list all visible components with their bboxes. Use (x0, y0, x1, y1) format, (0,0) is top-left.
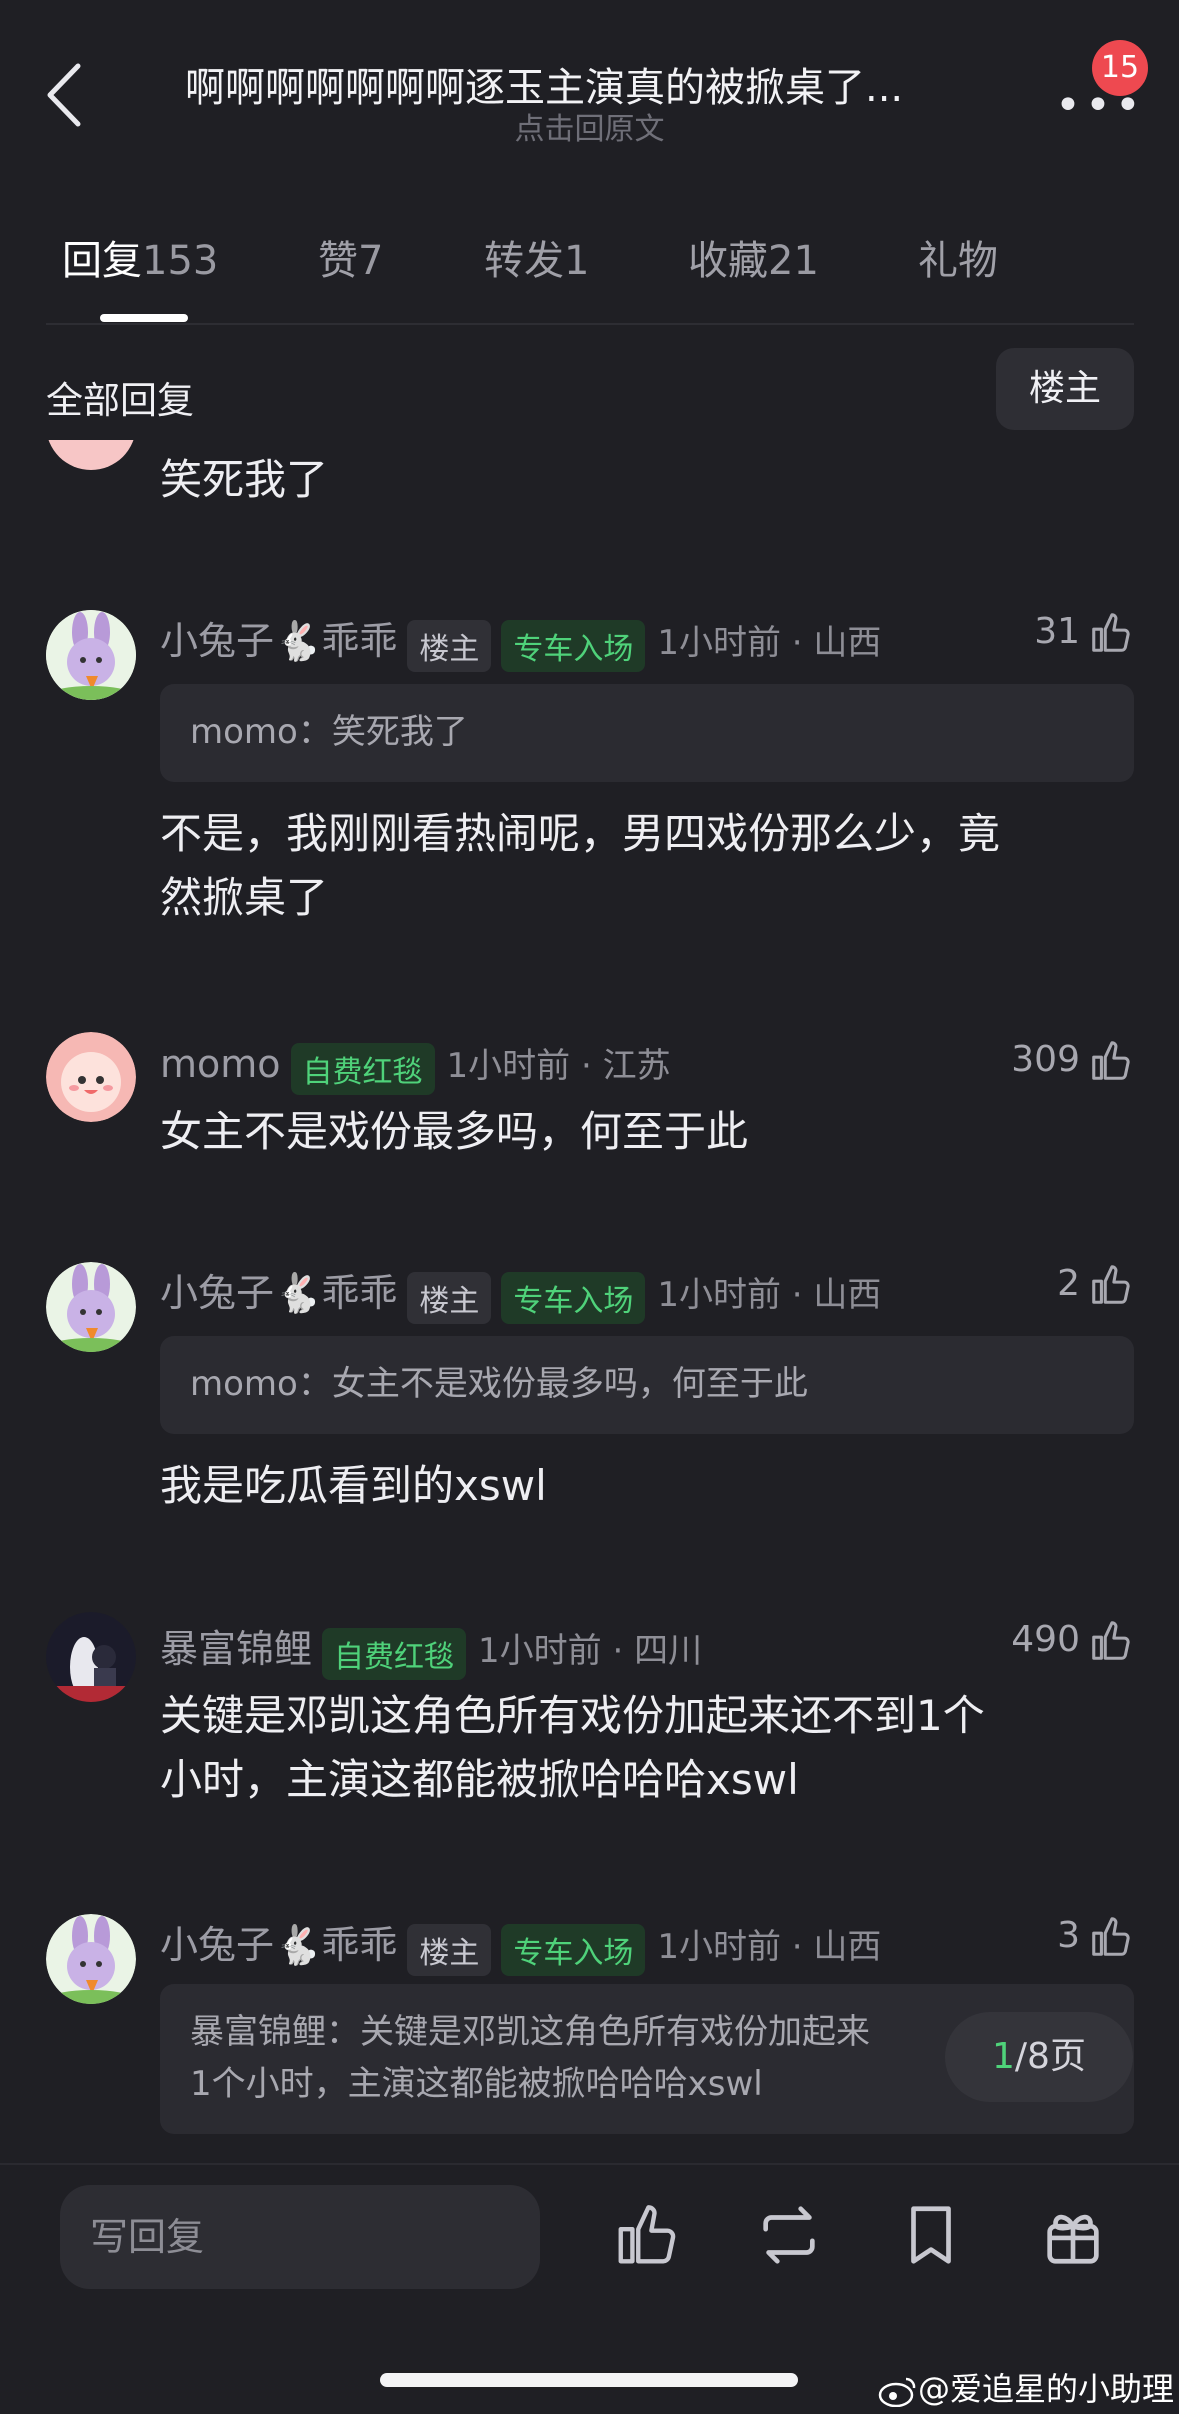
comment-header: 小兔子🐇乖乖 楼主 专车入场 1小时前 · 山西 (160, 1262, 1000, 1328)
peach-avatar-icon (46, 1032, 136, 1122)
comment-item: momo 自费红毯 1小时前 · 江苏 309 女主不是戏份最多吗，何至于此 (0, 1028, 1179, 1188)
avatar[interactable] (46, 610, 136, 700)
comment-time-location: 1小时前 · 山西 (657, 1927, 882, 1967)
notification-badge: 15 (1092, 40, 1148, 96)
badge-tag: 专车入场 (501, 1923, 646, 1976)
comment-item: 小兔子🐇乖乖 楼主 专车入场 1小时前 · 山西 31 momo：笑死我了 不是，我刚… (0, 600, 1179, 940)
thumbs-up-icon (1092, 1917, 1130, 1956)
owner-tag: 楼主 (407, 619, 492, 672)
quoted-reply[interactable]: momo：笑死我了 (160, 684, 1134, 782)
comment-text: 我是吃瓜看到的xswl (160, 1461, 547, 1510)
comment-text: 笑死我了 (160, 455, 329, 504)
thumbs-up-icon (1092, 613, 1130, 652)
username[interactable]: 小兔子🐇乖乖 (160, 1271, 397, 1315)
comment-item: 小兔子🐇乖乖 楼主 专车入场 1小时前 · 山西 2 momo：女主不是戏份最多吗，何… (0, 1252, 1179, 1542)
like-count: 490 (1011, 1619, 1080, 1660)
weibo-logo-icon (878, 2377, 916, 2408)
avatar[interactable] (46, 1612, 136, 1702)
owner-tag: 楼主 (407, 1271, 492, 1324)
like-button[interactable]: 2 (984, 1262, 1134, 1308)
tab-gifts[interactable]: 礼物 (918, 228, 998, 286)
rabbit-avatar-icon (46, 610, 136, 700)
badge-tag: 自费红毯 (322, 1627, 467, 1680)
like-button[interactable]: 3 (984, 1914, 1134, 1960)
comment-header: 小兔子🐇乖乖 楼主 专车入场 1小时前 · 山西 (160, 1914, 1000, 1980)
comment-text: 女主不是戏份最多吗，何至于此 (160, 1107, 749, 1156)
tab-favorites[interactable]: 收藏21 (688, 228, 819, 286)
tab-replies[interactable]: 回复153 (62, 228, 218, 286)
badge-tag: 自费红毯 (290, 1042, 435, 1095)
bookmark-icon[interactable] (896, 2200, 966, 2270)
thumbs-up-icon (1092, 1041, 1130, 1080)
like-button[interactable]: 309 (984, 1038, 1134, 1084)
username[interactable]: 小兔子🐇乖乖 (160, 619, 397, 663)
tab-reposts[interactable]: 转发1 (484, 228, 589, 286)
comment-time-location: 1小时前 · 江苏 (446, 1046, 671, 1086)
like-count: 2 (1057, 1263, 1080, 1304)
anime-avatar-icon (46, 1612, 136, 1702)
rabbit-avatar-icon (46, 1914, 136, 2004)
section-title: 全部回复 (46, 379, 194, 422)
watermark: @爱追星的小助理 (878, 2364, 1174, 2410)
thumbs-up-icon (1092, 1621, 1130, 1660)
page-indicator[interactable]: 1/8页 (945, 2012, 1133, 2102)
thumbs-up-icon (1092, 1265, 1130, 1304)
back-to-original-link[interactable]: 点击回原文 (0, 104, 1179, 148)
comment-time-location: 1小时前 · 山西 (657, 623, 882, 663)
rabbit-avatar-icon (46, 1262, 136, 1352)
like-count: 309 (1011, 1039, 1080, 1080)
tab-likes[interactable]: 赞7 (318, 228, 383, 286)
comment-header: 暴富锦鲤 自费红毯 1小时前 · 四川 (160, 1618, 1000, 1684)
avatar[interactable] (46, 1032, 136, 1122)
owner-filter-button[interactable]: 楼主 (996, 348, 1134, 430)
username[interactable]: momo (160, 1042, 281, 1086)
like-count: 31 (1034, 611, 1080, 652)
avatar[interactable] (46, 1262, 136, 1352)
quoted-reply[interactable]: momo：女主不是戏份最多吗，何至于此 (160, 1336, 1134, 1434)
like-count: 3 (1057, 1915, 1080, 1956)
repost-icon[interactable] (754, 2200, 824, 2270)
avatar[interactable] (46, 1914, 136, 2004)
like-button[interactable]: 490 (984, 1618, 1134, 1664)
thumbs-up-icon[interactable] (612, 2200, 682, 2270)
username[interactable]: 小兔子🐇乖乖 (160, 1923, 397, 1967)
gift-icon[interactable] (1038, 2200, 1108, 2270)
comment-text: 不是，我刚刚看热闹呢，男四戏份那么少，竟 然掀桌了 (160, 809, 1001, 922)
like-button[interactable]: 31 (984, 610, 1134, 656)
comment-text: 关键是邓凯这角色所有戏份加起来还不到1个 小时，主演这都能被掀哈哈哈xswl (160, 1691, 985, 1804)
tab-bar: 回复153 赞7 转发1 收藏21 礼物 (62, 228, 1162, 288)
comment-time-location: 1小时前 · 山西 (657, 1275, 882, 1315)
badge-tag: 专车入场 (501, 1271, 646, 1324)
comment-header: momo 自费红毯 1小时前 · 江苏 (160, 1038, 1000, 1099)
owner-tag: 楼主 (407, 1923, 492, 1976)
home-indicator (380, 2373, 798, 2387)
divider (46, 323, 1134, 325)
badge-tag: 专车入场 (501, 619, 646, 672)
reply-input[interactable]: 写回复 (60, 2185, 540, 2289)
comment-header: 小兔子🐇乖乖 楼主 专车入场 1小时前 · 山西 (160, 610, 1000, 676)
active-tab-indicator (100, 314, 188, 322)
comment-item: 暴富锦鲤 自费红毯 1小时前 · 四川 490 关键是邓凯这角色所有戏份加起来还不到… (0, 1608, 1179, 1848)
comment-time-location: 1小时前 · 四川 (478, 1631, 703, 1671)
username[interactable]: 暴富锦鲤 (160, 1627, 312, 1671)
